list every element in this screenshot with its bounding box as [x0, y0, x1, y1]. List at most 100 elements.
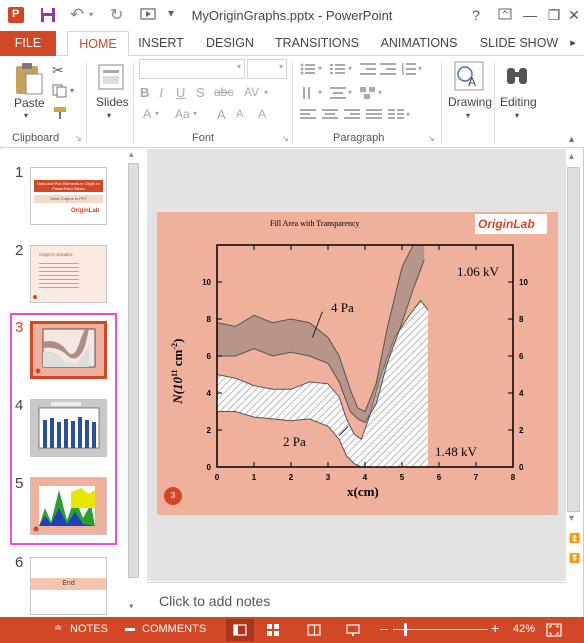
paste-label[interactable]: Paste [14, 96, 45, 110]
tab-insert[interactable]: INSERT [135, 31, 187, 56]
notes-placeholder[interactable]: Click to add notes [159, 593, 270, 609]
slide-sorter-icon[interactable] [266, 623, 280, 637]
paste-dropdown-icon[interactable]: ▾ [24, 111, 28, 120]
copy-icon[interactable] [52, 84, 68, 98]
comments-icon[interactable]: ▬ [125, 623, 135, 634]
paragraph-launcher-icon[interactable]: ↘ [428, 134, 435, 143]
slide-thumbnail-5[interactable] [30, 477, 107, 535]
align-right-icon[interactable] [344, 108, 360, 122]
change-case-icon[interactable]: Aa [175, 107, 190, 121]
shadow-icon[interactable]: S [196, 85, 205, 100]
slide-thumbnail-6[interactable]: End [30, 557, 107, 615]
align-center-icon[interactable] [322, 108, 338, 122]
comments-button[interactable]: COMMENTS [142, 623, 206, 635]
scroll-down-icon[interactable]: ▾ [129, 601, 134, 612]
clipboard-launcher-icon[interactable]: ↘ [75, 134, 82, 143]
slides-label[interactable]: Slides [96, 95, 129, 109]
zoom-slider-handle[interactable] [404, 623, 407, 636]
scroll-up-icon[interactable]: ▴ [129, 149, 134, 160]
tab-home[interactable]: HOME [67, 31, 129, 57]
bullets-icon[interactable] [300, 62, 316, 76]
font-name-box[interactable] [139, 59, 245, 79]
underline-icon[interactable]: U [176, 85, 185, 100]
zoom-out-icon[interactable]: – [380, 620, 388, 636]
font-launcher-icon[interactable]: ↘ [282, 134, 289, 143]
font-name-dropdown-icon[interactable]: ▾ [237, 62, 241, 71]
editing-label[interactable]: Editing [500, 95, 537, 109]
smartart-icon[interactable] [360, 86, 376, 100]
line-spacing-icon[interactable] [400, 62, 416, 76]
font-color-icon[interactable]: A [143, 107, 151, 121]
columns-icon[interactable] [388, 108, 404, 122]
tab-design[interactable]: DESIGN [200, 31, 260, 56]
font-size-dropdown-icon[interactable]: ▾ [279, 62, 283, 71]
slideshow-view-icon[interactable] [346, 623, 360, 637]
font-color-dropdown-icon[interactable]: ▾ [155, 109, 159, 118]
zoom-in-icon[interactable]: + [491, 620, 499, 636]
numbering-icon[interactable] [330, 62, 346, 76]
slide-scrollbar[interactable]: ▴ ▾ ⏫ ⏬ [566, 149, 581, 581]
clear-formatting-icon[interactable]: A [258, 107, 266, 121]
text-direction-dropdown-icon[interactable]: ▾ [318, 88, 322, 97]
previous-slide-icon[interactable]: ⏫ [569, 533, 580, 544]
italic-icon[interactable]: I [159, 85, 163, 101]
grow-font-icon[interactable]: A [217, 107, 226, 122]
tabs-scroll-right-icon[interactable]: ▸ [566, 31, 580, 56]
align-left-icon[interactable] [300, 108, 316, 122]
next-slide-icon[interactable]: ⏬ [569, 553, 580, 564]
change-case-dropdown-icon[interactable]: ▾ [193, 109, 197, 118]
columns-dropdown-icon[interactable]: ▾ [406, 110, 410, 119]
new-slide-icon[interactable] [97, 62, 125, 92]
close-icon[interactable]: ✕ [564, 6, 584, 24]
cut-icon[interactable]: ✂ [52, 62, 68, 78]
restore-icon[interactable]: ❐ [544, 6, 564, 24]
slides-dropdown-icon[interactable]: ▾ [107, 111, 111, 120]
bold-icon[interactable]: B [140, 85, 149, 100]
scroll-down-icon[interactable]: ▾ [569, 513, 574, 524]
ribbon-display-options-icon[interactable] [495, 6, 515, 24]
format-painter-icon[interactable] [52, 106, 68, 120]
paste-icon[interactable] [13, 62, 45, 96]
decrease-indent-icon[interactable] [360, 62, 376, 76]
editing-dropdown-icon[interactable]: ▾ [515, 111, 519, 120]
drawing-label[interactable]: Drawing [448, 95, 492, 109]
justify-icon[interactable] [366, 108, 382, 122]
tab-transitions[interactable]: TRANSITIONS [272, 31, 362, 56]
increase-indent-icon[interactable] [380, 62, 396, 76]
copy-dropdown-icon[interactable]: ▾ [70, 86, 74, 95]
strikethrough-icon[interactable]: abc [214, 85, 233, 99]
minimize-icon[interactable]: — [520, 6, 540, 24]
slide-thumbnail-1[interactable]: Data and Plot Elements in Origin to Powe… [30, 167, 107, 225]
tab-file[interactable]: FILE [0, 31, 56, 56]
reading-view-icon[interactable] [307, 623, 321, 637]
align-text-icon[interactable] [330, 86, 346, 100]
thumbnails-scrollbar[interactable]: ▴ ▾ [127, 149, 140, 617]
tab-animations[interactable]: ANIMATIONS [373, 31, 465, 56]
notes-pane[interactable]: Click to add notes [147, 582, 566, 616]
align-text-dropdown-icon[interactable]: ▾ [348, 88, 352, 97]
text-direction-icon[interactable] [300, 86, 316, 100]
drawing-dropdown-icon[interactable]: ▾ [466, 111, 470, 120]
normal-view-button[interactable] [226, 619, 254, 641]
notes-toggle-icon[interactable]: ≐ [54, 623, 62, 634]
collapse-ribbon-icon[interactable]: ▴ [569, 134, 574, 145]
help-icon[interactable]: ? [466, 6, 486, 24]
zoom-slider-track[interactable] [393, 629, 488, 630]
bullets-dropdown-icon[interactable]: ▾ [318, 64, 322, 73]
slide-thumbnail-2[interactable]: Origin's Includes: [30, 245, 107, 303]
zoom-level[interactable]: 42% [513, 623, 535, 635]
slide-thumbnail-4[interactable] [30, 399, 107, 457]
shrink-font-icon[interactable]: A [236, 108, 243, 120]
smartart-dropdown-icon[interactable]: ▾ [378, 88, 382, 97]
slide-thumbnail-3[interactable] [30, 321, 107, 379]
character-spacing-dropdown-icon[interactable]: ▾ [264, 88, 268, 97]
numbering-dropdown-icon[interactable]: ▾ [348, 64, 352, 73]
notes-button[interactable]: NOTES [70, 623, 108, 635]
tab-slide-show[interactable]: SLIDE SHOW [476, 31, 562, 56]
current-slide[interactable]: Fill Area with Transparency OriginLab 01… [157, 212, 558, 515]
slide-scrollbar-thumb[interactable] [567, 167, 580, 512]
fit-slide-icon[interactable] [546, 623, 562, 637]
character-spacing-icon[interactable]: AV [244, 85, 259, 99]
scroll-up-icon[interactable]: ▴ [569, 151, 574, 162]
drawing-shapes-icon[interactable]: A [453, 60, 485, 92]
